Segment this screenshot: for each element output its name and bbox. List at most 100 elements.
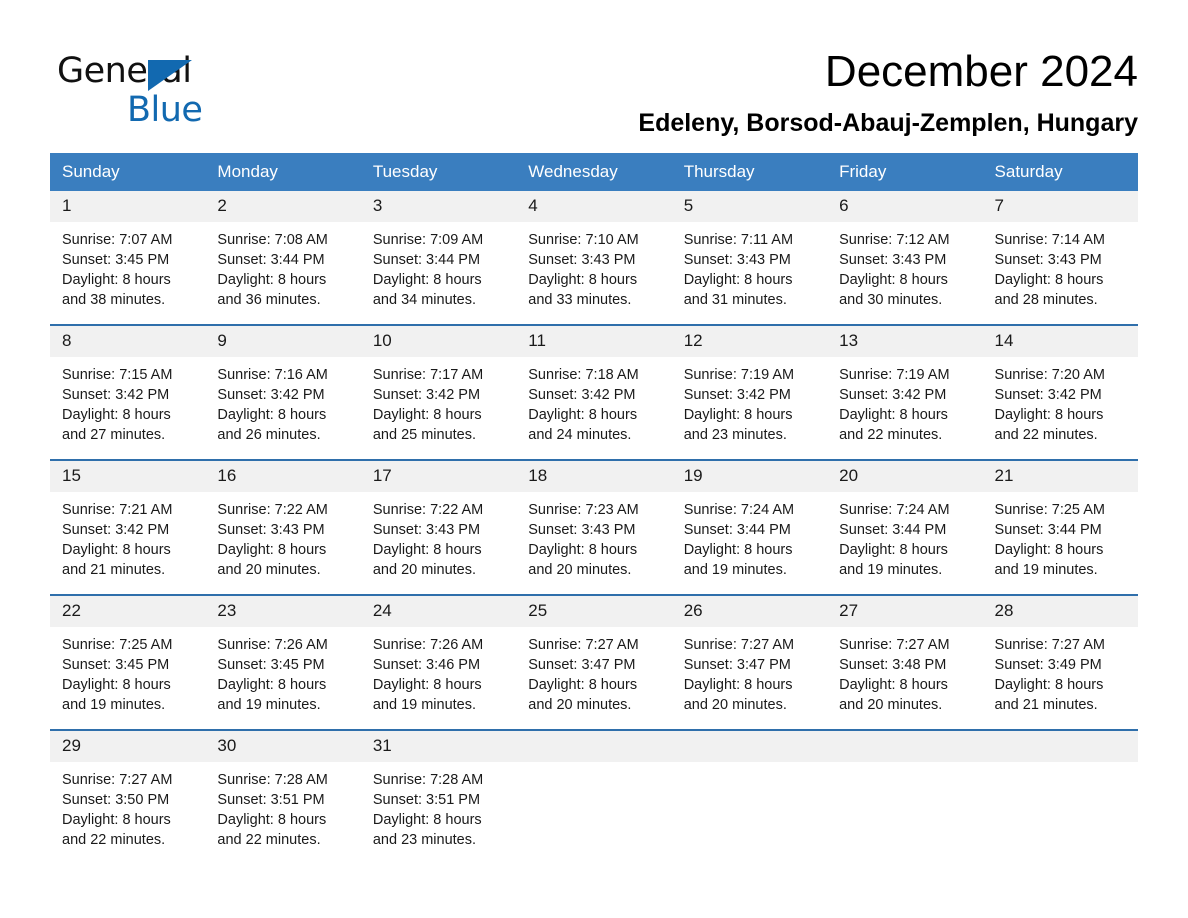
day-number: 13 (827, 326, 983, 357)
day-cell[interactable]: 23 Sunrise: 7:26 AM Sunset: 3:45 PM Dayl… (205, 596, 361, 729)
day-details: Sunrise: 7:22 AM Sunset: 3:43 PM Dayligh… (205, 492, 360, 594)
day-number: 22 (50, 596, 206, 627)
day-number: 26 (671, 596, 828, 627)
daylight-text-line1: Daylight: 8 hours (62, 677, 171, 693)
day-cell[interactable]: 7 Sunrise: 7:14 AM Sunset: 3:43 PM Dayli… (982, 191, 1138, 324)
day-details: Sunrise: 7:07 AM Sunset: 3:45 PM Dayligh… (50, 222, 205, 324)
sunrise-text: Sunrise: 7:26 AM (372, 637, 484, 653)
day-cell[interactable]: 19 Sunrise: 7:24 AM Sunset: 3:44 PM Dayl… (671, 461, 828, 594)
day-cell[interactable]: 13 Sunrise: 7:19 AM Sunset: 3:42 PM Dayl… (827, 326, 983, 459)
daylight-text-line1: Daylight: 8 hours (839, 542, 948, 558)
day-number: 25 (516, 596, 672, 627)
day-number: 11 (516, 326, 672, 357)
daylight-text-line2: and 20 minutes. (528, 562, 632, 578)
day-cell[interactable]: 22 Sunrise: 7:25 AM Sunset: 3:45 PM Dayl… (50, 596, 206, 729)
sunrise-text: Sunrise: 7:27 AM (528, 637, 639, 653)
sunset-text: Sunset: 3:45 PM (217, 657, 325, 673)
day-cell[interactable]: 3 Sunrise: 7:09 AM Sunset: 3:44 PM Dayli… (360, 191, 517, 324)
day-cell[interactable]: 29 Sunrise: 7:27 AM Sunset: 3:50 PM Dayl… (50, 731, 206, 864)
sunrise-text: Sunrise: 7:12 AM (839, 232, 950, 248)
sunrise-text: Sunrise: 7:27 AM (683, 637, 795, 653)
day-details (516, 762, 671, 864)
daylight-text-line2: and 20 minutes. (372, 562, 477, 578)
daylight-text-line1: Daylight: 8 hours (372, 407, 482, 423)
sunset-text: Sunset: 3:50 PM (62, 792, 170, 808)
day-cell[interactable]: 20 Sunrise: 7:24 AM Sunset: 3:44 PM Dayl… (827, 461, 983, 594)
sunset-text: Sunset: 3:42 PM (62, 387, 170, 403)
day-cell[interactable]: 26 Sunrise: 7:27 AM Sunset: 3:47 PM Dayl… (671, 596, 828, 729)
day-cell[interactable]: 11 Sunrise: 7:18 AM Sunset: 3:42 PM Dayl… (516, 326, 672, 459)
sunrise-text: Sunrise: 7:22 AM (217, 502, 328, 518)
general-blue-logo[interactable]: General Blue (57, 44, 257, 130)
sunset-text: Sunset: 3:42 PM (683, 387, 791, 403)
calendar-week-row: 22 Sunrise: 7:25 AM Sunset: 3:45 PM Dayl… (50, 594, 1138, 729)
day-cell[interactable]: 16 Sunrise: 7:22 AM Sunset: 3:43 PM Dayl… (205, 461, 361, 594)
daylight-text-line1: Daylight: 8 hours (372, 272, 482, 288)
day-cell[interactable]: 27 Sunrise: 7:27 AM Sunset: 3:48 PM Dayl… (827, 596, 983, 729)
daylight-text-line1: Daylight: 8 hours (62, 542, 171, 558)
day-details: Sunrise: 7:11 AM Sunset: 3:43 PM Dayligh… (672, 222, 827, 324)
day-details: Sunrise: 7:27 AM Sunset: 3:50 PM Dayligh… (50, 762, 205, 864)
day-number: 23 (205, 596, 361, 627)
day-cell[interactable]: 30 Sunrise: 7:28 AM Sunset: 3:51 PM Dayl… (205, 731, 361, 864)
day-cell[interactable]: 18 Sunrise: 7:23 AM Sunset: 3:43 PM Dayl… (516, 461, 672, 594)
day-cell[interactable]: 31 Sunrise: 7:28 AM Sunset: 3:51 PM Dayl… (360, 731, 517, 864)
sunrise-sunset-calendar: Sunday Monday Tuesday Wednesday Thursday… (50, 153, 1138, 864)
sunrise-text: Sunrise: 7:23 AM (528, 502, 639, 518)
day-cell[interactable]: 25 Sunrise: 7:27 AM Sunset: 3:47 PM Dayl… (516, 596, 672, 729)
daylight-text-line2: and 25 minutes. (372, 427, 477, 443)
day-number: 18 (516, 461, 672, 492)
daylight-text-line2: and 19 minutes. (372, 697, 477, 713)
day-cell[interactable]: 9 Sunrise: 7:16 AM Sunset: 3:42 PM Dayli… (205, 326, 361, 459)
daylight-text-line2: and 27 minutes. (62, 427, 166, 443)
day-details: Sunrise: 7:16 AM Sunset: 3:42 PM Dayligh… (205, 357, 360, 459)
sunrise-text: Sunrise: 7:17 AM (372, 367, 484, 383)
day-cell[interactable]: 8 Sunrise: 7:15 AM Sunset: 3:42 PM Dayli… (50, 326, 206, 459)
daylight-text-line1: Daylight: 8 hours (372, 542, 482, 558)
day-cell[interactable]: 14 Sunrise: 7:20 AM Sunset: 3:42 PM Dayl… (982, 326, 1138, 459)
weekday-header-wednesday: Wednesday (528, 162, 618, 181)
day-number: 14 (982, 326, 1138, 357)
daylight-text-line2: and 22 minutes. (994, 427, 1098, 443)
day-details: Sunrise: 7:21 AM Sunset: 3:42 PM Dayligh… (50, 492, 205, 594)
sunset-text: Sunset: 3:43 PM (372, 522, 481, 538)
weekday-header-tuesday: Tuesday (372, 162, 438, 181)
sunrise-text: Sunrise: 7:27 AM (62, 772, 173, 788)
weekday-header-row: Sunday Monday Tuesday Wednesday Thursday… (50, 153, 1138, 191)
day-number: 21 (982, 461, 1138, 492)
daylight-text-line1: Daylight: 8 hours (683, 677, 793, 693)
day-cell[interactable]: 24 Sunrise: 7:26 AM Sunset: 3:46 PM Dayl… (360, 596, 517, 729)
day-cell[interactable]: 6 Sunrise: 7:12 AM Sunset: 3:43 PM Dayli… (827, 191, 983, 324)
day-details (827, 762, 982, 864)
daylight-text-line2: and 26 minutes. (217, 427, 321, 443)
sunset-text: Sunset: 3:46 PM (372, 657, 481, 673)
day-number: 4 (516, 191, 672, 222)
day-cell[interactable]: 5 Sunrise: 7:11 AM Sunset: 3:43 PM Dayli… (671, 191, 828, 324)
day-cell[interactable]: 4 Sunrise: 7:10 AM Sunset: 3:43 PM Dayli… (516, 191, 672, 324)
day-cell[interactable]: 15 Sunrise: 7:21 AM Sunset: 3:42 PM Dayl… (50, 461, 206, 594)
day-details: Sunrise: 7:26 AM Sunset: 3:45 PM Dayligh… (205, 627, 360, 729)
day-number: 30 (205, 731, 361, 762)
day-number: 10 (360, 326, 517, 357)
sunrise-text: Sunrise: 7:19 AM (839, 367, 950, 383)
day-cell[interactable]: 2 Sunrise: 7:08 AM Sunset: 3:44 PM Dayli… (205, 191, 361, 324)
day-cell[interactable]: 12 Sunrise: 7:19 AM Sunset: 3:42 PM Dayl… (671, 326, 828, 459)
daylight-text-line1: Daylight: 8 hours (994, 542, 1104, 558)
weekday-header-saturday: Saturday (994, 162, 1063, 181)
daylight-text-line2: and 31 minutes. (683, 292, 787, 308)
day-cell[interactable]: 17 Sunrise: 7:22 AM Sunset: 3:43 PM Dayl… (360, 461, 517, 594)
daylight-text-line2: and 21 minutes. (62, 562, 166, 578)
day-cell[interactable]: 10 Sunrise: 7:17 AM Sunset: 3:42 PM Dayl… (360, 326, 517, 459)
day-cell[interactable]: 28 Sunrise: 7:27 AM Sunset: 3:49 PM Dayl… (982, 596, 1138, 729)
day-cell[interactable]: 1 Sunrise: 7:07 AM Sunset: 3:45 PM Dayli… (50, 191, 206, 324)
daylight-text-line1: Daylight: 8 hours (62, 272, 171, 288)
daylight-text-line2: and 30 minutes. (839, 292, 943, 308)
daylight-text-line2: and 20 minutes. (839, 697, 943, 713)
sunset-text: Sunset: 3:42 PM (528, 387, 636, 403)
daylight-text-line2: and 22 minutes. (839, 427, 943, 443)
sunrise-text: Sunrise: 7:27 AM (994, 637, 1105, 653)
day-details: Sunrise: 7:25 AM Sunset: 3:45 PM Dayligh… (50, 627, 205, 729)
day-number: 16 (205, 461, 361, 492)
day-cell[interactable]: 21 Sunrise: 7:25 AM Sunset: 3:44 PM Dayl… (982, 461, 1138, 594)
day-number: 28 (982, 596, 1138, 627)
